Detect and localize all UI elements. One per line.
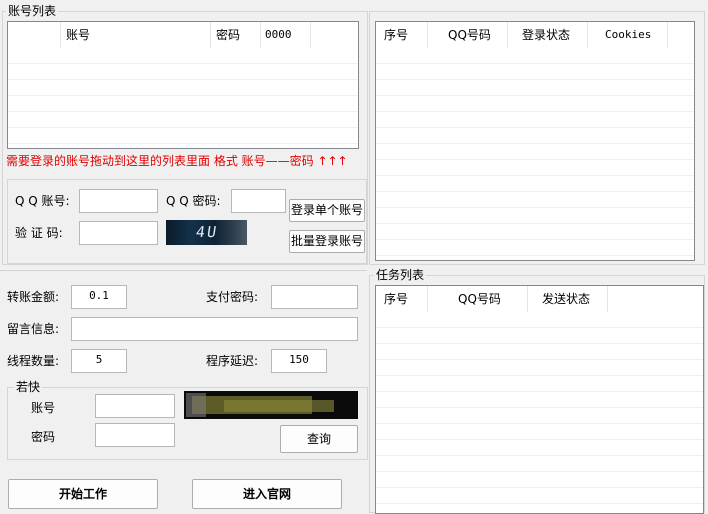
- captcha-image-text: 4U: [194, 223, 220, 241]
- enter-website-button[interactable]: 进入官网: [192, 479, 342, 509]
- table-row: [376, 312, 703, 328]
- table-row: [376, 456, 703, 472]
- table-row: [376, 488, 703, 504]
- qq-account-input[interactable]: [79, 189, 158, 213]
- table-row: [376, 472, 703, 488]
- account-col-account-label: 账号: [66, 28, 91, 42]
- task-col-index-label: 序号: [384, 292, 409, 306]
- table-row: [376, 176, 694, 192]
- ruokuai-password-label: 密码: [31, 430, 56, 444]
- table-row: [8, 48, 358, 64]
- pay-password-label: 支付密码:: [206, 290, 259, 304]
- login-single-button[interactable]: 登录单个账号: [289, 199, 365, 222]
- status-col-state[interactable]: 登录状态: [508, 22, 588, 48]
- account-col-password-label: 密码: [216, 28, 241, 42]
- table-row: [376, 240, 694, 256]
- task-col-qq-label: QQ号码: [458, 292, 501, 306]
- table-row: [376, 344, 703, 360]
- table-row: [376, 48, 694, 64]
- table-row: [376, 96, 694, 112]
- status-col-qq-label: QQ号码: [448, 28, 491, 42]
- table-row: [376, 360, 703, 376]
- program-delay-label: 程序延迟:: [206, 354, 259, 368]
- table-row: [376, 80, 694, 96]
- task-col-send-status[interactable]: 发送状态: [528, 286, 608, 312]
- captcha-label: 验 证 码:: [15, 226, 63, 240]
- table-row: [376, 208, 694, 224]
- status-col-cookies-label: Cookies: [605, 28, 652, 41]
- account-col-0[interactable]: [8, 22, 61, 48]
- account-listview[interactable]: 账号 密码 0000: [7, 21, 359, 149]
- ruokuai-account-input[interactable]: [95, 394, 175, 418]
- ruokuai-password-input[interactable]: [95, 423, 175, 447]
- panel-divider: [0, 270, 367, 271]
- qq-password-input[interactable]: [231, 189, 286, 213]
- status-col-index[interactable]: 序号: [376, 22, 428, 48]
- table-row: [376, 224, 694, 240]
- account-col-extra[interactable]: [311, 22, 358, 48]
- status-col-state-label: 登录状态: [522, 28, 571, 42]
- ruokuai-account-label: 账号: [31, 401, 56, 415]
- table-row: [8, 128, 358, 144]
- table-row: [376, 112, 694, 128]
- table-row: [376, 144, 694, 160]
- banner-graphic: [186, 393, 334, 417]
- status-col-cookies[interactable]: Cookies: [588, 22, 668, 48]
- account-col-password[interactable]: 密码: [211, 22, 261, 48]
- thread-count-input[interactable]: 5: [71, 349, 127, 373]
- login-status-listview[interactable]: 序号 QQ号码 登录状态 Cookies: [375, 21, 695, 261]
- thread-count-label: 线程数量:: [7, 354, 60, 368]
- table-row: [376, 408, 703, 424]
- account-list-title: 账号列表: [6, 4, 59, 18]
- drag-hint-text: 需要登录的账号拖动到这里的列表里面 格式 账号——密码 ↑↑↑: [6, 154, 348, 168]
- pay-password-input[interactable]: [271, 285, 358, 309]
- query-button[interactable]: 查询: [280, 425, 358, 453]
- task-listview[interactable]: 序号 QQ号码 发送状态: [375, 285, 704, 514]
- account-col-code[interactable]: 0000: [261, 22, 311, 48]
- table-row: [8, 96, 358, 112]
- task-col-qq[interactable]: QQ号码: [428, 286, 528, 312]
- task-list-title: 任务列表: [374, 268, 427, 282]
- captcha-input[interactable]: [79, 221, 158, 245]
- program-delay-input[interactable]: 150: [271, 349, 327, 373]
- status-col-extra: [668, 22, 694, 48]
- table-row: [8, 80, 358, 96]
- table-row: [376, 392, 703, 408]
- status-col-qq[interactable]: QQ号码: [428, 22, 508, 48]
- message-label: 留言信息:: [7, 322, 60, 336]
- transfer-amount-input[interactable]: 0.1: [71, 285, 127, 309]
- ruokuai-title: 若快: [14, 380, 43, 394]
- table-row: [376, 160, 694, 176]
- table-row: [376, 328, 703, 344]
- account-col-account[interactable]: 账号: [61, 22, 211, 48]
- table-row: [376, 64, 694, 80]
- start-work-button[interactable]: 开始工作: [8, 479, 158, 509]
- message-input[interactable]: [71, 317, 358, 341]
- table-row: [376, 192, 694, 208]
- table-row: [376, 376, 703, 392]
- account-listview-header: 账号 密码 0000: [8, 22, 358, 48]
- task-col-send-status-label: 发送状态: [542, 292, 591, 306]
- table-row: [8, 112, 358, 128]
- table-row: [8, 64, 358, 80]
- account-col-code-label: 0000: [265, 28, 292, 41]
- batch-login-button[interactable]: 批量登录账号: [289, 230, 365, 253]
- captcha-image[interactable]: 4U: [166, 220, 247, 245]
- transfer-amount-label: 转账金额:: [7, 290, 60, 304]
- table-row: [376, 440, 703, 456]
- status-col-index-label: 序号: [384, 28, 409, 42]
- qq-password-label: Q Q 密码:: [166, 194, 221, 208]
- task-col-extra: [608, 286, 703, 312]
- ruokuai-banner-image: [184, 391, 358, 419]
- task-col-index[interactable]: 序号: [376, 286, 428, 312]
- table-row: [376, 424, 703, 440]
- table-row: [376, 128, 694, 144]
- login-status-header: 序号 QQ号码 登录状态 Cookies: [376, 22, 694, 48]
- qq-account-label: Q Q 账号:: [15, 194, 70, 208]
- task-listview-header: 序号 QQ号码 发送状态: [376, 286, 703, 312]
